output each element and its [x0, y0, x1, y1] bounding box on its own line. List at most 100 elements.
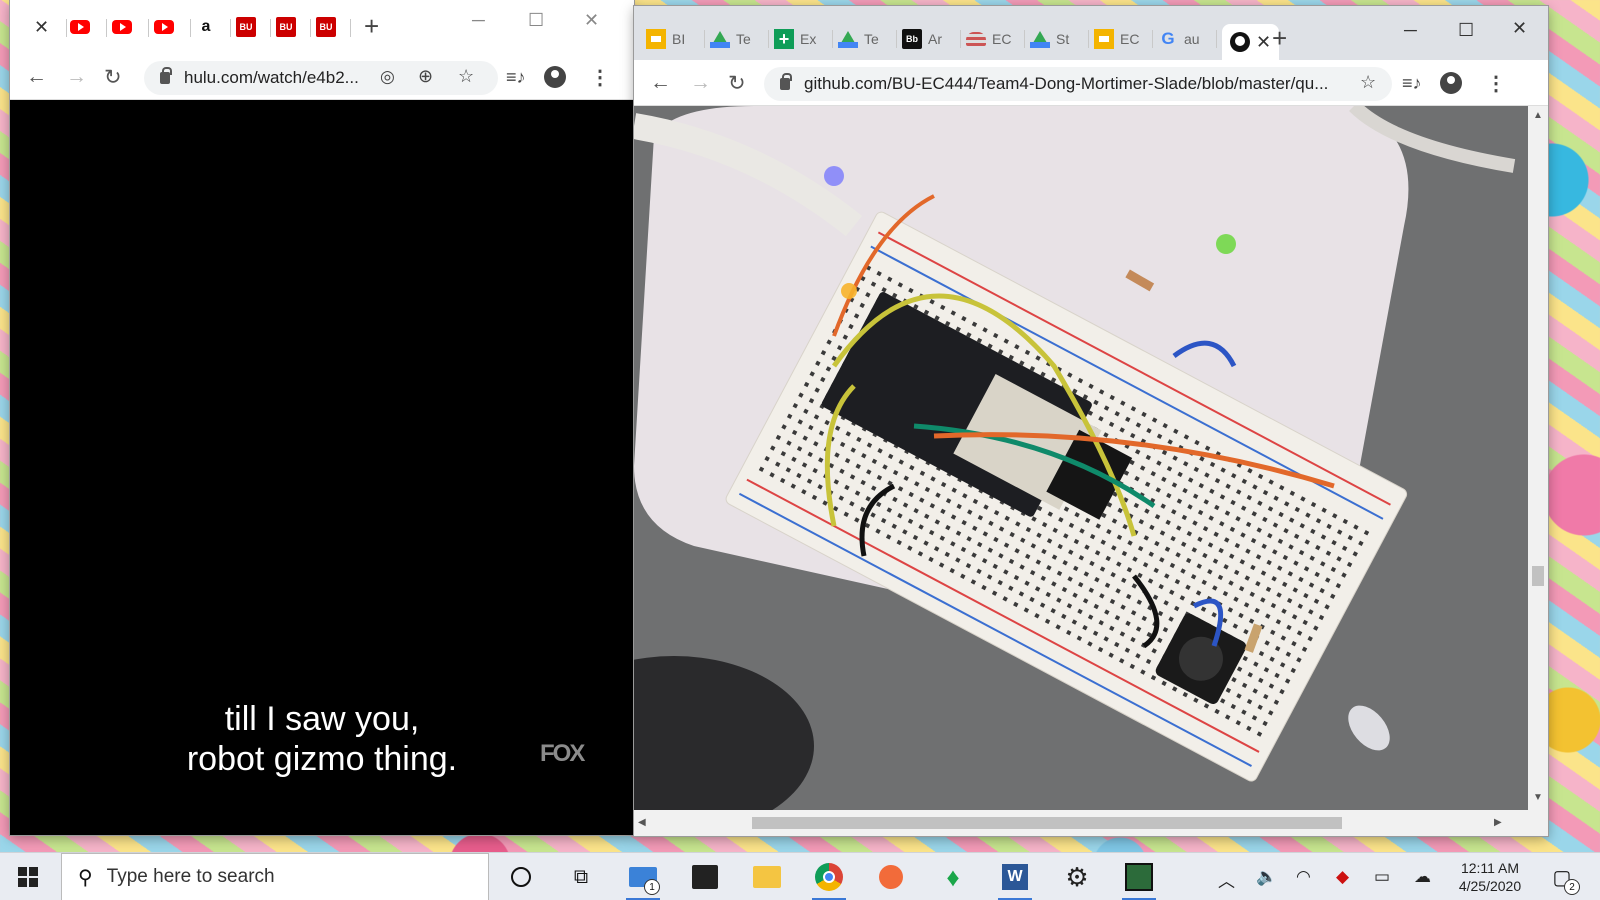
address-bar[interactable]: github.com/BU-EC444/Team4-Dong-Mortimer-… — [764, 67, 1392, 101]
tab-github-9[interactable]: ✕ — [1222, 24, 1280, 60]
tab-separator — [270, 19, 271, 37]
onedrive-icon[interactable]: ☁ — [1414, 867, 1431, 887]
media-control-icon[interactable]: ≡♪ — [506, 67, 526, 88]
cortana-button[interactable] — [496, 853, 546, 900]
tab-youtube-1[interactable] — [70, 12, 90, 42]
minimize-button[interactable]: ─ — [472, 10, 485, 31]
back-button[interactable]: ← — [26, 65, 47, 89]
chevron-up-icon[interactable]: ︿ — [1218, 867, 1235, 892]
tab-google-8[interactable]: Gau — [1158, 24, 1199, 54]
tab-separator — [768, 30, 769, 48]
caption-line-1: till I saw you, — [224, 700, 420, 738]
scroll-right-arrow-icon[interactable]: ▶ — [1494, 817, 1502, 828]
taskbar-mail[interactable]: 1 — [618, 853, 668, 900]
green-diamond-icon: ♦ — [946, 861, 960, 892]
forward-button[interactable]: → — [66, 65, 87, 89]
bu-icon: BU — [276, 17, 296, 37]
scroll-left-arrow-icon[interactable]: ◀ — [638, 817, 646, 828]
maximize-button[interactable]: ☐ — [528, 10, 544, 31]
taskbar-chrome[interactable] — [804, 853, 854, 900]
search-icon: ⚲ — [78, 866, 93, 889]
minimize-button[interactable]: ─ — [1404, 20, 1417, 41]
horizontal-scrollbar[interactable]: ◀ ▶ — [634, 810, 1548, 836]
new-tab-button[interactable]: + — [1272, 25, 1287, 51]
close-icon[interactable]: ✕ — [1256, 32, 1271, 53]
youtube-icon — [154, 20, 174, 34]
hulu-browser-window[interactable]: ✕ a BU BU BU + ─ ☐ ✕ ← → ↻ hulu.com/watc… — [10, 0, 634, 835]
dropbox-icon[interactable]: ◆ — [1336, 867, 1349, 887]
taskbar-clock[interactable]: 12:11 AM 4/25/2020 — [1448, 859, 1532, 895]
tab-title: EC — [1120, 31, 1140, 47]
taskbar-store[interactable] — [680, 853, 730, 900]
volume-icon[interactable]: 🔈 — [1256, 867, 1277, 887]
tab-drive-6[interactable]: St — [1030, 24, 1069, 54]
close-icon[interactable]: ✕ — [34, 17, 49, 38]
drive-icon — [710, 30, 730, 48]
github-browser-window[interactable]: BІ Te + Ex Te Bb Ar EC St EC Gau ✕ + ─ ☐ ✕ ← → ↻ gi… — [634, 6, 1548, 836]
location-icon[interactable]: ◎ — [380, 67, 395, 87]
tab-drive-3[interactable]: Te — [838, 24, 879, 54]
action-center-button[interactable]: ▢ 2 — [1540, 853, 1584, 900]
maximize-button[interactable]: ☐ — [1458, 20, 1474, 41]
tab-hulu[interactable]: ✕ — [34, 12, 49, 42]
scroll-up-arrow-icon[interactable]: ▲ — [1533, 110, 1543, 121]
address-bar[interactable]: hulu.com/watch/e4b2... ◎ ⊕ ☆ — [144, 61, 498, 95]
sheets-icon: + — [774, 29, 794, 49]
task-view-button[interactable]: ⧉ — [556, 853, 606, 900]
tab-blackboard-4[interactable]: Bb Ar — [902, 24, 942, 54]
store-icon — [692, 865, 718, 889]
taskbar-app-green[interactable]: ♦ — [928, 853, 978, 900]
star-icon[interactable]: ☆ — [1360, 72, 1376, 93]
taskbar-settings[interactable]: ⚙ — [1052, 853, 1102, 900]
tab-youtube-3[interactable] — [154, 12, 174, 42]
taskbar-search-box[interactable]: ⚲ Type here to search — [61, 853, 489, 900]
avatar[interactable] — [544, 66, 566, 88]
reload-button[interactable]: ↻ — [728, 71, 746, 96]
tab-title: St — [1056, 31, 1070, 47]
tab-separator — [896, 30, 897, 48]
menu-icon[interactable]: ⋮ — [590, 65, 610, 90]
tab-slides-0[interactable]: BІ — [646, 24, 685, 54]
back-button[interactable]: ← — [650, 71, 671, 95]
video-player[interactable]: till I saw you, robot gizmo thing. FOX — [10, 100, 634, 835]
reload-button[interactable]: ↻ — [104, 65, 122, 90]
tab-bu-3[interactable]: BU — [316, 12, 336, 42]
github-icon — [1230, 32, 1250, 52]
tab-bu-1[interactable]: BU — [236, 12, 256, 42]
windows-start-icon[interactable] — [18, 867, 38, 887]
taskbar-file-explorer[interactable] — [742, 853, 792, 900]
star-icon[interactable]: ☆ — [458, 66, 474, 87]
vertical-scroll-thumb[interactable] — [1532, 566, 1544, 586]
tab-title: Te — [736, 31, 751, 47]
network-logo: FOX — [540, 740, 585, 767]
avatar[interactable] — [1440, 72, 1462, 94]
taskbar-app-game[interactable] — [1114, 853, 1164, 900]
menu-icon[interactable]: ⋮ — [1486, 71, 1506, 96]
tab-youtube-2[interactable] — [112, 12, 132, 42]
tab-slides-7[interactable]: EC — [1094, 24, 1139, 54]
new-tab-button[interactable]: + — [364, 13, 379, 39]
media-control-icon[interactable]: ≡♪ — [1402, 73, 1422, 94]
tab-separator — [148, 19, 149, 37]
tab-sheets-2[interactable]: + Ex — [774, 24, 816, 54]
lock-icon — [160, 67, 172, 84]
battery-icon[interactable]: ▭ — [1374, 867, 1390, 887]
tab-drive-1[interactable]: Te — [710, 24, 751, 54]
folder-icon — [753, 866, 781, 888]
wifi-icon[interactable]: ◠ — [1296, 867, 1311, 887]
horizontal-scroll-thumb[interactable] — [752, 817, 1342, 829]
bu-icon: BU — [316, 17, 336, 37]
url-text: hulu.com/watch/e4b2... — [184, 68, 359, 87]
close-window-button[interactable]: ✕ — [584, 10, 599, 31]
tab-ec-5[interactable]: EC — [966, 24, 1011, 54]
zoom-icon[interactable]: ⊕ — [418, 66, 433, 87]
tab-amazon[interactable]: a — [196, 12, 216, 42]
taskbar-app-orange[interactable] — [866, 853, 916, 900]
close-window-button[interactable]: ✕ — [1512, 18, 1527, 39]
scroll-down-arrow-icon[interactable]: ▼ — [1533, 792, 1543, 803]
tab-bu-2[interactable]: BU — [276, 12, 296, 42]
task-view-icon: ⧉ — [573, 865, 589, 888]
taskbar-word[interactable]: W — [990, 853, 1040, 900]
forward-button[interactable]: → — [690, 71, 711, 95]
vertical-scrollbar[interactable]: ▲ ▼ — [1528, 106, 1548, 810]
